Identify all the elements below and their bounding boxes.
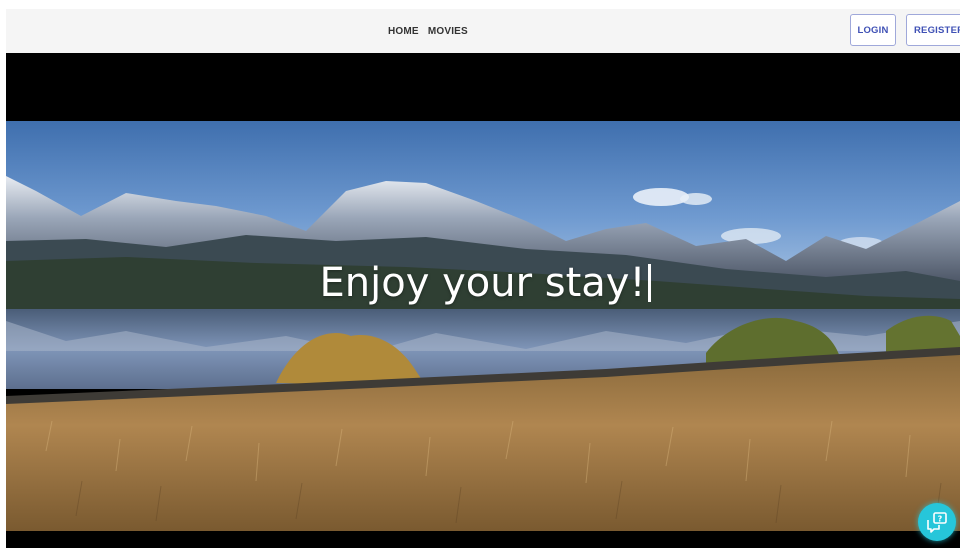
- help-chat-button[interactable]: ?: [918, 503, 956, 541]
- nav-link-home[interactable]: HOME: [388, 26, 419, 37]
- hero-title: Enjoy your stay!: [6, 260, 960, 306]
- typing-cursor: [647, 264, 651, 302]
- page: HOME MOVIES LOGIN REGISTER Enjoy your st…: [0, 0, 960, 548]
- login-button[interactable]: LOGIN: [850, 14, 896, 46]
- navbar: HOME MOVIES LOGIN REGISTER: [6, 9, 960, 53]
- nav-link-movies[interactable]: MOVIES: [428, 26, 468, 37]
- chat-help-icon: ?: [927, 512, 947, 533]
- register-button[interactable]: REGISTER: [906, 14, 960, 46]
- svg-text:?: ?: [938, 515, 943, 524]
- nav-links: HOME MOVIES: [388, 9, 468, 53]
- hero-landscape-image: Enjoy your stay!: [6, 121, 960, 531]
- hero-video[interactable]: Enjoy your stay!: [6, 53, 960, 548]
- hero-title-text: Enjoy your stay!: [319, 260, 646, 306]
